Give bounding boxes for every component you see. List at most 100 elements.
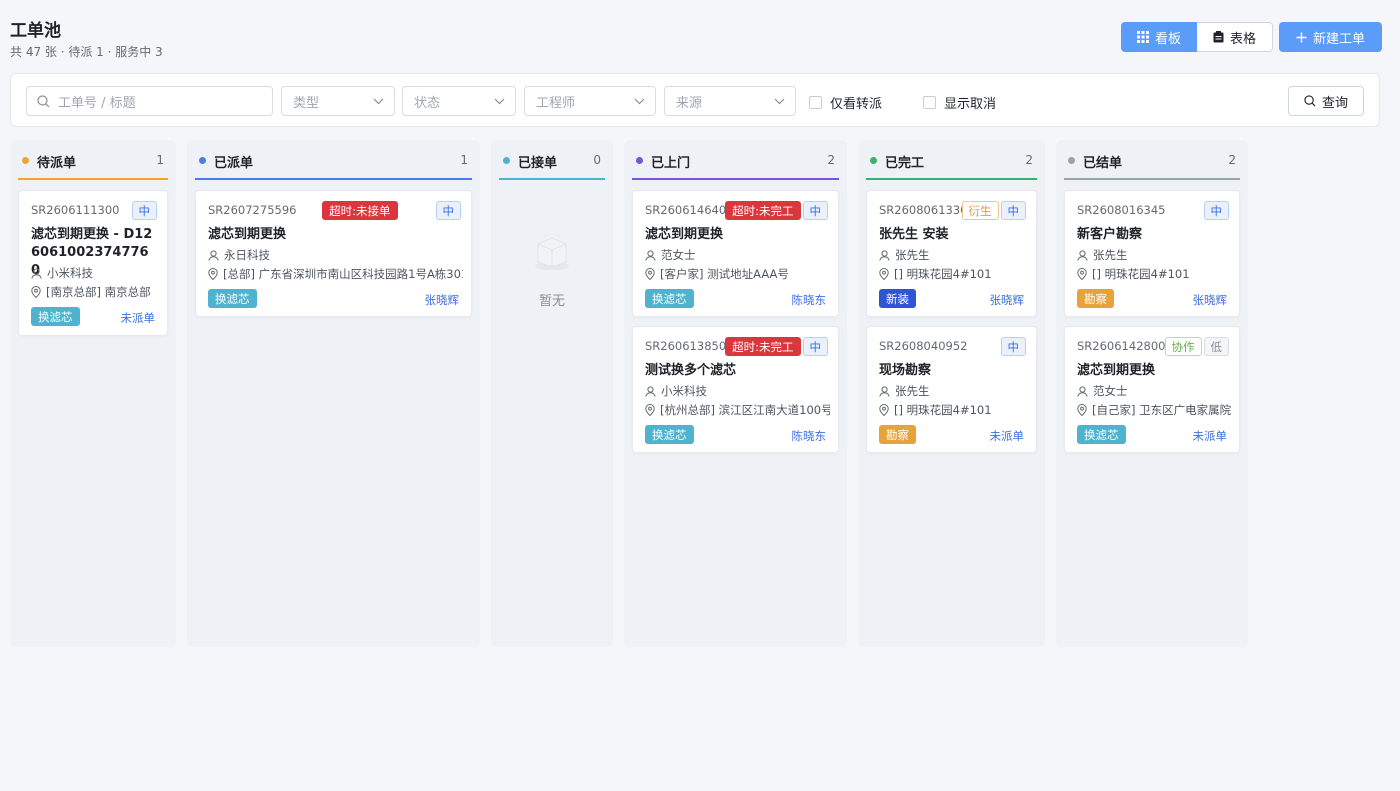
table-view-button[interactable]: 表格	[1197, 22, 1273, 52]
only-transfer-checkbox[interactable]: 仅看转派	[809, 93, 882, 112]
new-order-button[interactable]: 新建工单	[1279, 22, 1382, 52]
work-order-card[interactable]: SR2606111300 中滤芯到期更换 - D1260610023747760 小…	[18, 190, 168, 336]
column-header: 已接单 0	[499, 150, 605, 180]
service-type-badge: 换滤芯	[645, 425, 694, 444]
address-line: [自己家] 卫东区广电家属院	[1077, 402, 1231, 418]
user-icon	[1077, 249, 1088, 261]
address-line: [] 明珠花园4#101	[879, 266, 1028, 282]
priority-badge: 中	[435, 201, 461, 220]
work-order-card[interactable]: SR2607275596 超时:未接单 中滤芯到期更换 永日科技 [总部] 广东省深圳市…	[195, 190, 472, 317]
engineer-select[interactable]: 工程师	[524, 86, 656, 116]
assignee-link[interactable]: 未派单	[990, 428, 1025, 444]
order-title: 现场勘察	[879, 363, 932, 378]
column-title: 待派单	[37, 156, 77, 171]
column-title: 已完工	[885, 156, 925, 171]
location-pin-icon	[1077, 268, 1087, 280]
column-title: 已结单	[1083, 156, 1123, 171]
status-dot	[22, 157, 29, 164]
empty-box-icon	[535, 237, 569, 270]
column-title: 已上门	[651, 156, 691, 171]
order-title: 张先生 安装	[879, 227, 949, 242]
column-count: 2	[1025, 153, 1033, 167]
show-cancel-label: 显示取消	[944, 97, 997, 112]
service-type-badge: 换滤芯	[208, 289, 257, 308]
show-cancel-checkbox[interactable]: 显示取消	[923, 93, 996, 112]
order-title: 测试换多个滤芯	[645, 363, 737, 378]
board-view-button[interactable]: 看板	[1121, 22, 1197, 52]
search-input[interactable]: 工单号 / 标题	[26, 86, 273, 116]
chevron-down-icon	[774, 98, 785, 104]
customer-name: 张先生	[1093, 248, 1128, 262]
customer-line: 范女士	[645, 247, 830, 263]
column-count: 2	[1228, 153, 1236, 167]
order-id: SR2607275596	[208, 203, 297, 217]
query-button[interactable]: 查询	[1288, 86, 1364, 116]
address-text: [客户家] 测试地址AAA号	[660, 267, 789, 281]
address-text: [] 明珠花园4#101	[1092, 267, 1190, 281]
checkbox-box[interactable]	[923, 96, 936, 109]
only-transfer-label: 仅看转派	[830, 97, 883, 112]
address-line: [总部] 广东省深圳市南山区科技园路1号A栋301	[208, 266, 463, 282]
order-title: 滤芯到期更换	[1077, 363, 1156, 378]
location-pin-icon	[208, 268, 218, 280]
address-text: [杭州总部] 滨江区江南大道100号	[660, 403, 830, 417]
service-type-badge: 勘察	[1077, 289, 1114, 308]
assignee-link[interactable]: 张晓辉	[1193, 292, 1228, 308]
source-select[interactable]: 来源	[664, 86, 796, 116]
assignee-link[interactable]: 陈晓东	[792, 428, 827, 444]
priority-badge: 中	[1000, 337, 1026, 356]
kanban-column: 已接单 0 暂无	[491, 140, 613, 647]
assignee-link[interactable]: 张晓辉	[425, 292, 460, 308]
address-line: [客户家] 测试地址AAA号	[645, 266, 830, 282]
status-dot	[636, 157, 643, 164]
empty-state	[491, 228, 613, 276]
overdue-badge: 超时:未接单	[322, 201, 398, 220]
query-label: 查询	[1321, 95, 1348, 111]
location-pin-icon	[1077, 404, 1087, 416]
priority-badge: 低	[1203, 337, 1229, 356]
status-select[interactable]: 状态	[402, 86, 516, 116]
column-title: 已接单	[518, 156, 558, 171]
type-select[interactable]: 类型	[281, 86, 395, 116]
assignee-link[interactable]: 张晓辉	[990, 292, 1025, 308]
empty-text: 暂无	[538, 294, 565, 309]
board-view-label: 看板	[1154, 31, 1181, 47]
customer-line: 张先生	[879, 383, 1028, 399]
work-order-card[interactable]: SR2606138500 超时:未完工中测试换多个滤芯 小米科技 [杭州总部] 滨江区…	[632, 326, 839, 453]
assignee-link[interactable]: 未派单	[121, 310, 156, 326]
card-tags: 超时:未完工中	[725, 201, 828, 220]
assignee-link[interactable]: 陈晓东	[792, 292, 827, 308]
service-type-badge: 换滤芯	[645, 289, 694, 308]
order-id: SR2608016345	[1077, 203, 1166, 217]
column-header: 待派单 1	[18, 150, 168, 180]
column-header: 已结单 2	[1064, 150, 1240, 180]
customer-line: 张先生	[1077, 247, 1231, 263]
address-line: [] 明珠花园4#101	[879, 402, 1028, 418]
overdue-badge: 超时:未完工	[725, 337, 801, 356]
order-id: SR2608040952	[879, 339, 968, 353]
work-order-card[interactable]: SR2606146400 超时:未完工中滤芯到期更换 范女士 [客户家] 测试地址AA…	[632, 190, 839, 317]
work-order-card[interactable]: SR2608061330 衍生中张先生 安装 张先生 [] 明珠花园4#101 新装 张晓…	[866, 190, 1037, 317]
kanban-column: 已上门 2 SR2606146400 超时:未完工中滤芯到期更换 范女士 [客户家] 测试…	[624, 140, 847, 647]
customer-name: 范女士	[661, 248, 696, 262]
order-id: SR2608061330	[879, 203, 968, 217]
assignee-link[interactable]: 未派单	[1193, 428, 1228, 444]
customer-line: 张先生	[879, 247, 1028, 263]
priority-badge: 中	[802, 201, 828, 220]
user-icon	[879, 385, 890, 397]
overdue-badge: 超时:未完工	[725, 201, 801, 220]
card-tags: 衍生中	[961, 201, 1026, 220]
derived-badge: 衍生	[961, 201, 999, 220]
work-order-card[interactable]: SR2608016345 中新客户勘察 张先生 [] 明珠花园4#101 勘察 张晓辉	[1064, 190, 1240, 317]
collab-badge: 协作	[1164, 337, 1202, 356]
chevron-down-icon	[373, 98, 384, 104]
engineer-select-label: 工程师	[536, 95, 576, 111]
work-order-card[interactable]: SR2606142800 协作低滤芯到期更换 范女士 [自己家] 卫东区广电家属院 换滤…	[1064, 326, 1240, 453]
location-pin-icon	[645, 404, 655, 416]
checkbox-box[interactable]	[809, 96, 822, 109]
order-id: SR2606142800	[1077, 339, 1166, 353]
address-text: [南京总部] 南京总部	[46, 285, 151, 299]
address-text: [自己家] 卫东区广电家属院	[1092, 403, 1231, 417]
page-title: 工单池	[10, 21, 61, 41]
work-order-card[interactable]: SR2608040952 中现场勘察 张先生 [] 明珠花园4#101 勘察 未派单	[866, 326, 1037, 453]
